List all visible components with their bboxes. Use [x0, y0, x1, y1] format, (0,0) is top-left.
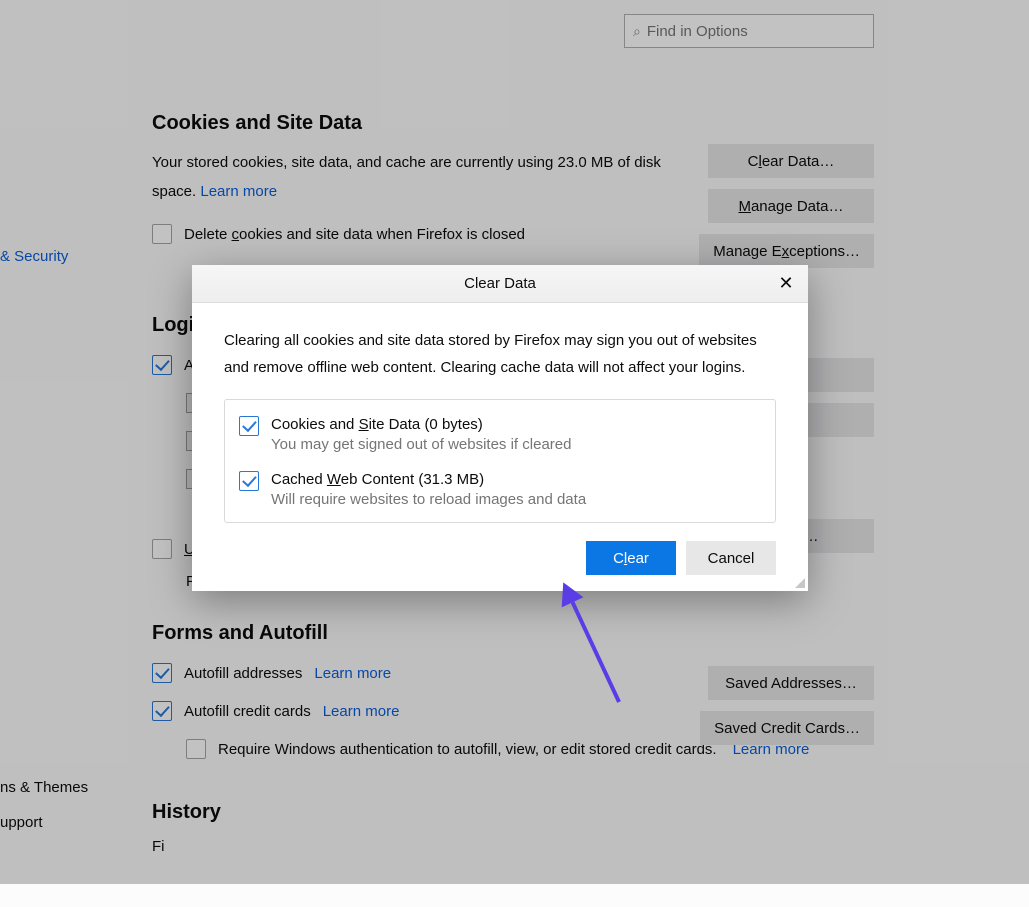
autofill-addresses-label: Autofill addresses [184, 665, 302, 682]
saved-addresses-button[interactable]: Saved Addresses… [708, 666, 874, 700]
cookies-description: Your stored cookies, site data, and cach… [152, 149, 672, 206]
history-heading: History [152, 801, 882, 824]
dialog-titlebar: Clear Data ✕ [192, 265, 808, 303]
manage-exceptions-button[interactable]: Manage Exceptions… [699, 234, 874, 268]
option-cache-sub: Will require websites to reload images a… [271, 491, 586, 508]
cookies-learn-more[interactable]: Learn more [200, 183, 277, 200]
option-cache[interactable]: Cached Web Content (31.3 MB) Will requir… [239, 471, 761, 508]
clear-data-dialog: Clear Data ✕ Clearing all cookies and si… [192, 265, 808, 591]
search-input[interactable] [647, 23, 865, 40]
clear-data-button[interactable]: Clear Data… [708, 144, 874, 178]
autofill-cards-label: Autofill credit cards [184, 703, 311, 720]
logins-checkbox-2[interactable] [152, 539, 172, 559]
cookies-section: Cookies and Site Data Your stored cookie… [152, 112, 882, 244]
sidebar-item-security[interactable]: & Security [0, 240, 120, 273]
history-line: Fi [152, 838, 882, 855]
autofill-cards-learn[interactable]: Learn more [323, 703, 400, 720]
cookies-heading: Cookies and Site Data [152, 112, 882, 135]
dialog-title: Clear Data [464, 275, 536, 292]
sidebar-item-support[interactable]: upport [0, 805, 120, 840]
option-cache-checkbox[interactable] [239, 471, 259, 491]
sidebar-item-extensions[interactable]: ns & Themes [0, 770, 120, 805]
option-cache-label: Cached Web Content (31.3 MB) [271, 471, 586, 488]
option-cookies[interactable]: Cookies and Site Data (0 bytes) You may … [239, 416, 761, 453]
resize-grip-icon[interactable] [795, 578, 805, 588]
dialog-intro: Clearing all cookies and site data store… [224, 327, 776, 381]
delete-on-close-checkbox[interactable] [152, 224, 172, 244]
require-winauth-checkbox[interactable] [186, 739, 206, 759]
saved-cards-button[interactable]: Saved Credit Cards… [700, 711, 874, 745]
dialog-cancel-button[interactable]: Cancel [686, 541, 776, 575]
require-winauth-label: Require Windows authentication to autofi… [218, 741, 717, 758]
history-section: History Fi [152, 801, 882, 855]
close-icon: ✕ [778, 273, 793, 294]
logins-checkbox-1[interactable] [152, 355, 172, 375]
manage-data-button[interactable]: Manage Data… [708, 189, 874, 223]
dialog-clear-button[interactable]: Clear [586, 541, 676, 575]
forms-section: Forms and Autofill Autofill addresses Le… [152, 622, 882, 759]
options-search[interactable]: ⌕ [624, 14, 874, 48]
autofill-addresses-checkbox[interactable] [152, 663, 172, 683]
option-cookies-sub: You may get signed out of websites if cl… [271, 436, 571, 453]
search-icon: ⌕ [633, 24, 641, 38]
forms-heading: Forms and Autofill [152, 622, 882, 645]
dialog-close-button[interactable]: ✕ [772, 269, 800, 297]
delete-on-close-label: Delete cookies and site data when Firefo… [184, 226, 525, 243]
dialog-options: Cookies and Site Data (0 bytes) You may … [224, 399, 776, 523]
category-sidebar: & Security [0, 75, 120, 273]
option-cookies-label: Cookies and Site Data (0 bytes) [271, 416, 571, 433]
autofill-addresses-learn[interactable]: Learn more [314, 665, 391, 682]
option-cookies-checkbox[interactable] [239, 416, 259, 436]
autofill-cards-checkbox[interactable] [152, 701, 172, 721]
